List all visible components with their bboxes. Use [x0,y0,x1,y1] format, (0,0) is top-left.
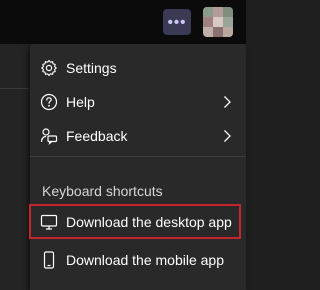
menu-divider [30,156,246,157]
menu-item-label: Download the desktop app [66,214,232,230]
chevron-right-icon [224,130,231,142]
menu-item-label: Settings [66,60,117,76]
feedback-icon [40,128,58,145]
desktop-monitor-icon [40,214,58,230]
help-circle-icon [40,93,58,111]
menu-item-download-desktop[interactable]: Download the desktop app [30,206,246,238]
menu-item-label: Feedback [66,128,128,144]
avatar[interactable] [203,7,233,37]
more-options-button[interactable]: ••• [163,9,191,35]
menu-item-download-mobile[interactable]: Download the mobile app [30,244,246,276]
menu-item-settings[interactable]: Settings [30,52,246,84]
menu-item-help[interactable]: Help [30,86,246,118]
menu-item-feedback[interactable]: Feedback [30,120,246,152]
gear-icon [41,59,57,77]
menu-item-label: Help [66,94,95,110]
chevron-right-icon [224,96,231,108]
mobile-phone-icon [43,251,55,269]
divider [0,88,30,89]
background-pane [0,44,31,290]
more-icon: ••• [167,13,187,31]
keyboard-shortcuts-item[interactable]: Keyboard shortcuts [42,183,163,199]
more-options-menu: Settings Help Feedback Keyboard shortcut… [29,44,246,290]
menu-item-label: Download the mobile app [66,252,224,268]
top-bar: ••• [0,0,246,44]
